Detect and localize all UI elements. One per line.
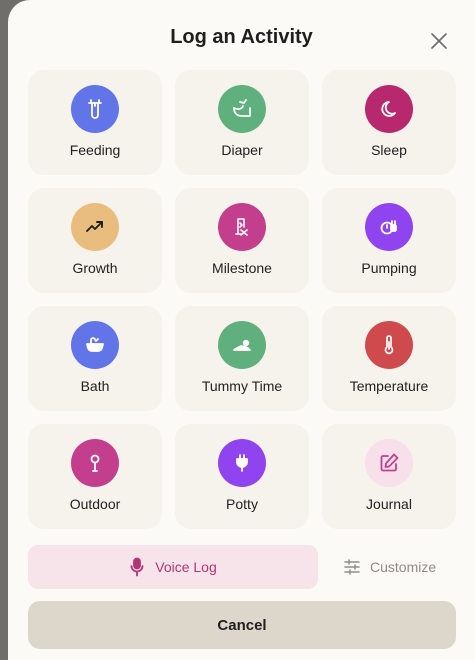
activity-label: Bath <box>80 378 110 394</box>
activity-bath-tile[interactable]: Bath <box>28 306 162 411</box>
voice-log-button[interactable]: Voice Log <box>28 545 318 589</box>
activity-label: Sleep <box>371 142 407 158</box>
activity-diaper-tile[interactable]: Diaper <box>175 70 309 175</box>
activity-outdoor-tile[interactable]: Outdoor <box>28 424 162 529</box>
diaper-icon <box>218 85 266 133</box>
log-activity-sheet: Log an Activity Feeding Diaper Sleep Gro… <box>8 0 475 660</box>
bottle-icon <box>71 85 119 133</box>
sliders-icon <box>344 559 360 575</box>
activity-pumping-tile[interactable]: Pumping <box>322 188 456 293</box>
activity-journal-tile[interactable]: Journal <box>322 424 456 529</box>
activity-temperature-tile[interactable]: Temperature <box>322 306 456 411</box>
customize-label: Customize <box>370 559 437 575</box>
pump-icon <box>365 203 413 251</box>
activity-grid: Feeding Diaper Sleep Growth Milestone Pu… <box>28 70 456 529</box>
activity-label: Feeding <box>69 142 121 158</box>
activity-tummy-time-tile[interactable]: Tummy Time <box>175 306 309 411</box>
pencil-square-icon <box>365 439 413 487</box>
activity-milestone-tile[interactable]: Milestone <box>175 188 309 293</box>
activity-label: Outdoor <box>69 496 121 512</box>
activity-feeding-tile[interactable]: Feeding <box>28 70 162 175</box>
activity-label: Diaper <box>221 142 263 158</box>
voice-log-label: Voice Log <box>155 559 217 575</box>
trend-up-icon <box>71 203 119 251</box>
bathtub-icon <box>71 321 119 369</box>
activity-label: Journal <box>366 496 412 512</box>
activity-label: Pumping <box>361 260 417 276</box>
thermometer-icon <box>365 321 413 369</box>
activity-label: Temperature <box>349 378 429 394</box>
milestone-icon <box>218 203 266 251</box>
microphone-icon <box>130 557 144 577</box>
sheet-title: Log an Activity <box>170 26 313 48</box>
activity-label: Milestone <box>212 260 272 276</box>
customize-button[interactable]: Customize <box>343 545 453 589</box>
close-icon[interactable] <box>428 30 450 52</box>
moon-icon <box>365 85 413 133</box>
activity-label: Tummy Time <box>201 378 283 394</box>
activity-growth-tile[interactable]: Growth <box>28 188 162 293</box>
activity-potty-tile[interactable]: Potty <box>175 424 309 529</box>
activity-label: Growth <box>72 260 118 276</box>
activity-sleep-tile[interactable]: Sleep <box>322 70 456 175</box>
activity-label: Potty <box>226 496 258 512</box>
tummy-time-icon <box>218 321 266 369</box>
potty-icon <box>218 439 266 487</box>
cancel-button[interactable]: Cancel <box>28 601 456 649</box>
outdoor-icon <box>71 439 119 487</box>
